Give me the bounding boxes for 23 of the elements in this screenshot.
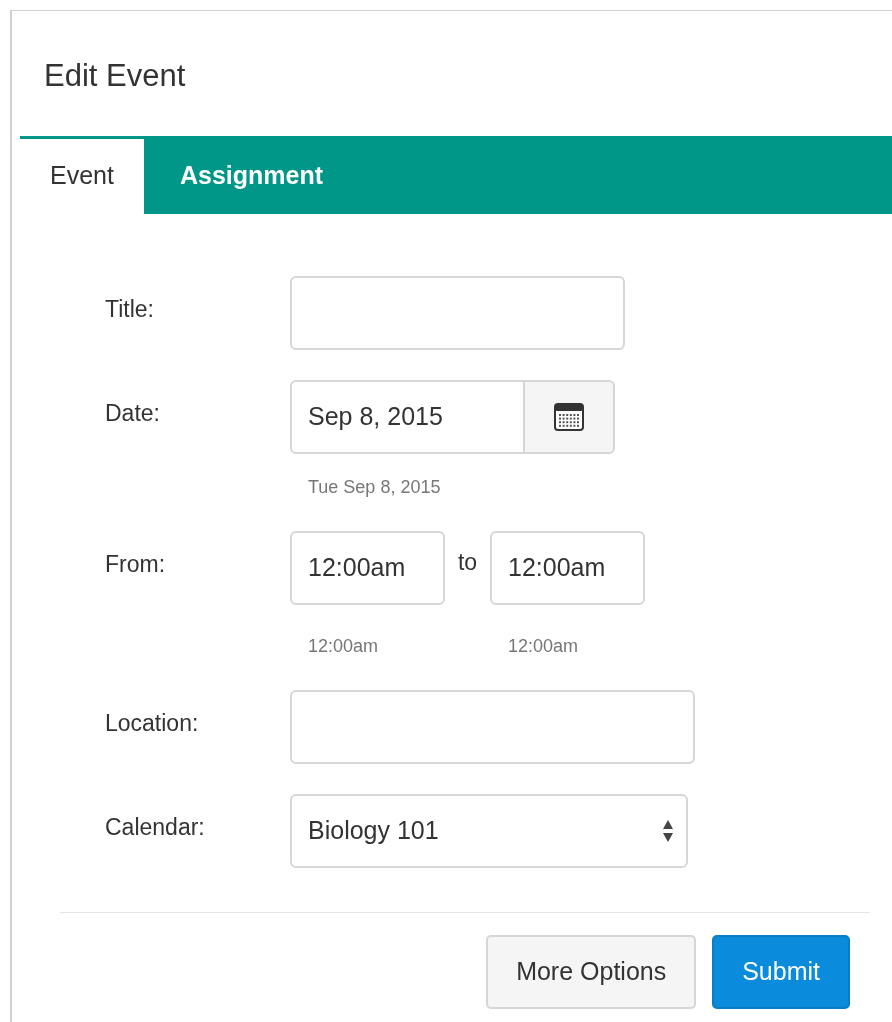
text-field[interactable] [290,689,695,764]
date-hint: Tue Sep 8, 2015 [307,475,442,499]
time-hint: 12:00am [507,634,580,658]
submit-button[interactable]: Submit [712,934,850,1009]
time-hint: 12:00am [307,634,380,658]
calendar-select[interactable]: Biology 101 [290,793,688,868]
field-label: Date: [105,398,161,428]
time-field[interactable]: 12:00am [490,530,645,605]
separator-text: to [456,547,479,577]
tab[interactable]: Event [20,138,144,214]
text-field[interactable] [290,275,625,350]
up-down-arrows-icon [662,818,674,843]
calendar-button[interactable] [525,379,615,454]
field-label: Calendar: [105,812,206,842]
tab[interactable]: Assignment [143,138,360,214]
field-label: From: [105,549,167,579]
date-field[interactable]: Sep 8, 2015 [290,379,525,454]
dialog-title: Edit Event [43,57,187,95]
more-options-button[interactable]: More Options [486,934,697,1009]
calendar-icon [554,402,584,431]
time-field[interactable]: 12:00am [290,530,445,605]
field-label: Location: [105,708,200,738]
field-label: Title: [105,294,155,324]
